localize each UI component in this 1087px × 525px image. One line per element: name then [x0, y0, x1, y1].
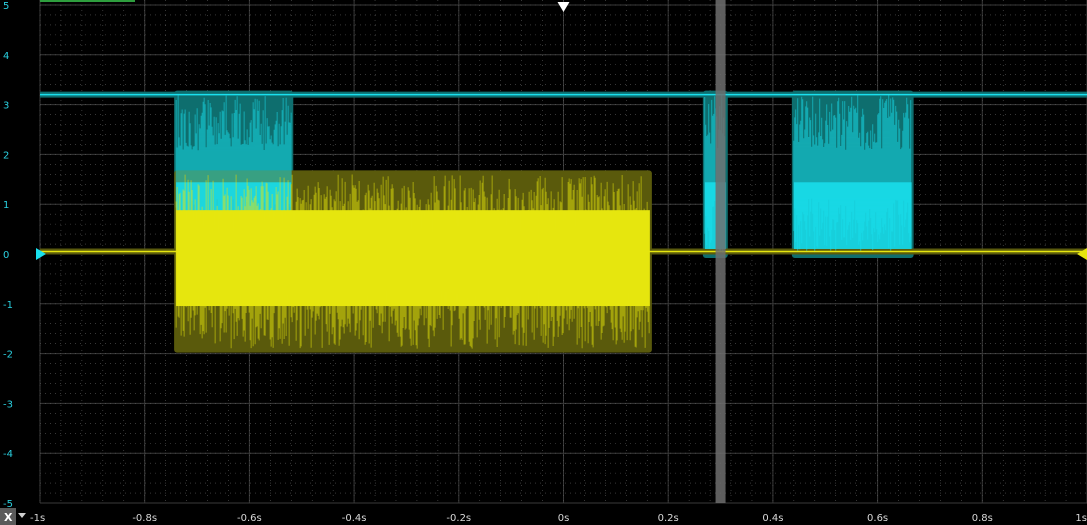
x-tick-label: 0.4s [762, 513, 783, 524]
x-tick-label: -0.8s [132, 513, 157, 524]
top-status-strip [40, 0, 135, 2]
y-tick-label: -1 [3, 300, 13, 311]
x-axis-button-label: X [4, 511, 13, 524]
oscilloscope-display[interactable]: 543210-1-2-3-4-5 -1s -0.8s -0.6s -0.4s -0.2s… [0, 0, 1087, 525]
x-tick-label: -0.2s [446, 513, 471, 524]
time-cursor-bar[interactable] [715, 0, 726, 503]
x-tick-label: -0.4s [342, 513, 367, 524]
x-tick-label: -1s [30, 513, 45, 524]
y-tick-label: 0 [3, 250, 9, 261]
y-tick-label: 2 [3, 150, 9, 161]
x-tick-label: 0.2s [658, 513, 679, 524]
x-tick-label: 0.8s [972, 513, 993, 524]
x-tick-label: 0.6s [867, 513, 888, 524]
y-tick-label: 3 [3, 101, 9, 112]
y-tick-label: 4 [3, 51, 9, 62]
x-tick-label: -0.6s [237, 513, 262, 524]
y-tick-label: 5 [3, 1, 9, 12]
y-tick-label: -3 [3, 399, 13, 410]
x-tick-label: 0s [558, 513, 570, 524]
y-tick-label: 1 [3, 200, 9, 211]
x-tick-label: 1s [1075, 513, 1087, 524]
y-tick-label: -2 [3, 350, 13, 361]
y-tick-label: -4 [3, 449, 13, 460]
